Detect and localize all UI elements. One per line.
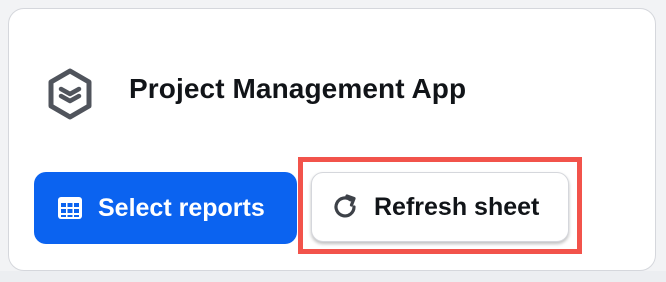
page-background <box>0 271 666 282</box>
refresh-icon <box>334 194 356 218</box>
select-reports-button[interactable]: Select reports <box>34 172 297 244</box>
refresh-sheet-label: Refresh sheet <box>374 192 540 221</box>
table-grid-icon <box>58 197 82 219</box>
select-reports-label: Select reports <box>98 193 265 222</box>
layers-hexagon-icon <box>48 68 92 120</box>
app-title: Project Management App <box>129 73 467 104</box>
refresh-sheet-button[interactable]: Refresh sheet <box>311 172 569 242</box>
